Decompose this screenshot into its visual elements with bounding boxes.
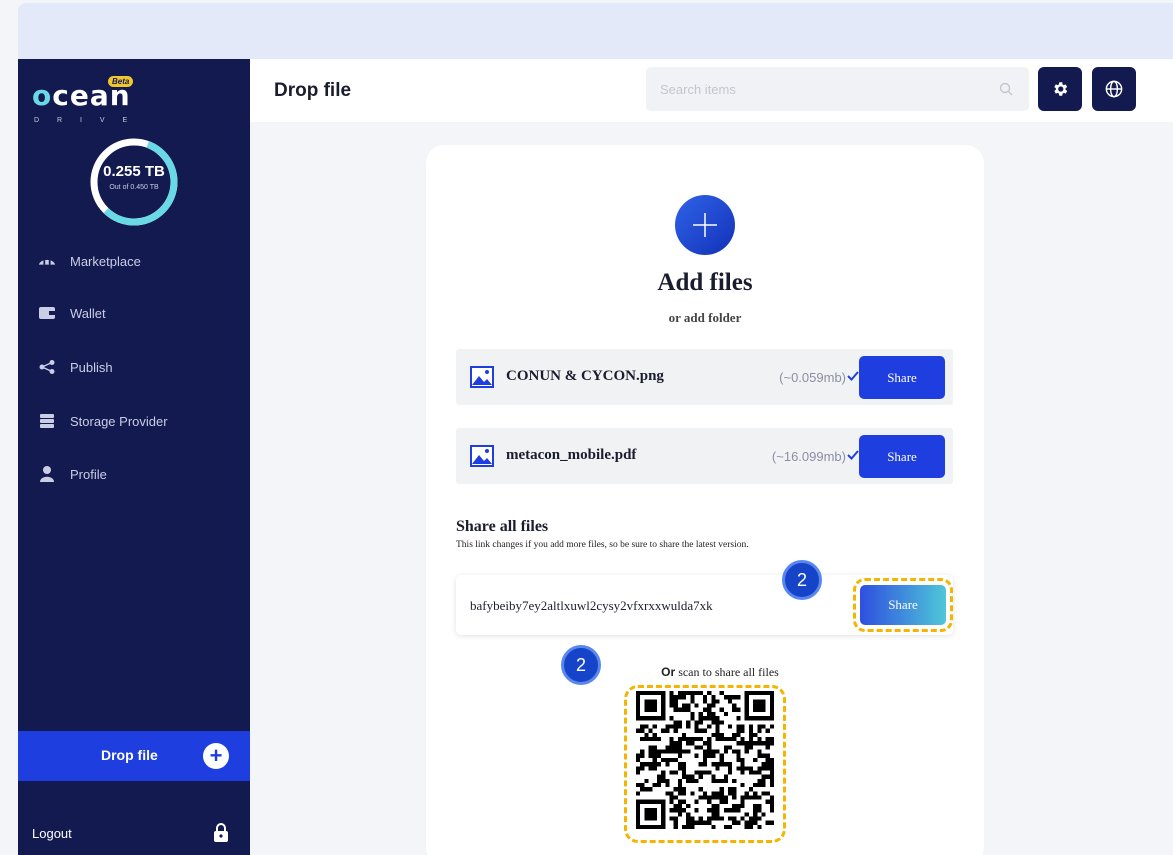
- beta-badge: Beta: [108, 76, 134, 87]
- share-file-button[interactable]: Share: [859, 356, 945, 399]
- storage-ring: [90, 138, 178, 226]
- step-badge: 2: [782, 560, 822, 600]
- drop-file-button[interactable]: Drop file +: [18, 731, 250, 781]
- add-files-button[interactable]: [675, 195, 735, 255]
- image-file-icon: [470, 366, 494, 388]
- search-box[interactable]: [646, 67, 1029, 111]
- sidebar-item-label: Wallet: [70, 305, 106, 321]
- storage-used: 0.255 TB: [103, 163, 165, 180]
- add-files-title[interactable]: Add files: [426, 269, 984, 297]
- file-row: metacon_mobile.pdf (~16.099mb) Share: [456, 428, 953, 484]
- search-icon[interactable]: [999, 82, 1013, 96]
- sidebar-item-label: Storage Provider: [70, 413, 168, 429]
- server-icon: [38, 413, 56, 429]
- plus-icon: [693, 213, 717, 237]
- top-header: Drop file: [250, 59, 1173, 122]
- file-row: CONUN & CYCON.png (~0.059mb) Share: [456, 349, 953, 405]
- check-icon: [847, 450, 859, 460]
- share-all-button[interactable]: Share: [860, 585, 946, 625]
- storage-total: Out of 0.450 TB: [109, 184, 159, 191]
- file-size: (~16.099mb): [771, 449, 846, 464]
- logo-subtitle: D R I V E: [34, 117, 136, 124]
- upload-card: Add files or add folder CONUN & CYCON.pn…: [426, 145, 984, 855]
- share-link-text[interactable]: bafybeiby7ey2altlxuwl2cysy2vfxrxxwulda7x…: [470, 598, 757, 614]
- share-link-box: bafybeiby7ey2altlxuwl2cysy2vfxrxxwulda7x…: [456, 575, 953, 635]
- drop-file-label: Drop file: [101, 747, 158, 763]
- sidebar-item-publish[interactable]: Publish: [38, 355, 113, 379]
- search-input[interactable]: [660, 81, 990, 97]
- share-all-description: This link changes if you add more files,…: [456, 540, 749, 550]
- scan-or: Or: [661, 665, 676, 679]
- file-name: CONUN & CYCON.png: [506, 368, 664, 384]
- step-badge: 2: [561, 645, 601, 685]
- sidebar-item-label: Profile: [70, 466, 107, 482]
- share-all-title: Share all files: [456, 518, 549, 535]
- sidebar-item-label: Marketplace: [70, 253, 141, 269]
- sidebar-item-marketplace[interactable]: Marketplace: [38, 249, 141, 273]
- wallet-icon: [38, 305, 56, 321]
- share-file-button[interactable]: Share: [859, 435, 945, 478]
- app-logo[interactable]: ooceancean Beta D R I V E: [32, 69, 142, 129]
- plus-icon: +: [203, 743, 229, 769]
- settings-button[interactable]: [1038, 67, 1082, 111]
- lock-icon[interactable]: [213, 822, 229, 842]
- sidebar-item-label: Publish: [70, 359, 113, 375]
- sidebar-item-wallet[interactable]: Wallet: [38, 301, 106, 325]
- image-file-icon: [470, 445, 494, 467]
- sidebar: ooceancean Beta D R I V E 0.255 TB Out o…: [18, 59, 250, 855]
- file-size: (~0.059mb): [779, 370, 846, 385]
- globe-icon: [1105, 80, 1123, 98]
- add-folder-link[interactable]: or add folder: [426, 310, 984, 326]
- marketplace-icon: [38, 253, 56, 269]
- gear-icon: [1054, 82, 1068, 96]
- check-icon: [847, 371, 859, 381]
- language-button[interactable]: [1092, 67, 1136, 111]
- main-content: Add files or add folder CONUN & CYCON.pn…: [250, 122, 1173, 855]
- sidebar-item-profile[interactable]: Profile: [38, 462, 107, 486]
- sidebar-item-storage-provider[interactable]: Storage Provider: [38, 409, 168, 433]
- file-name: metacon_mobile.pdf: [506, 447, 637, 463]
- share-nodes-icon: [38, 359, 56, 375]
- scan-caption: Or scan to share all files: [426, 665, 984, 680]
- logout-button[interactable]: Logout: [32, 826, 72, 841]
- page-title: Drop file: [274, 80, 352, 101]
- qr-code[interactable]: [636, 691, 774, 829]
- user-icon: [38, 466, 56, 482]
- scan-text: scan to share all files: [675, 665, 779, 679]
